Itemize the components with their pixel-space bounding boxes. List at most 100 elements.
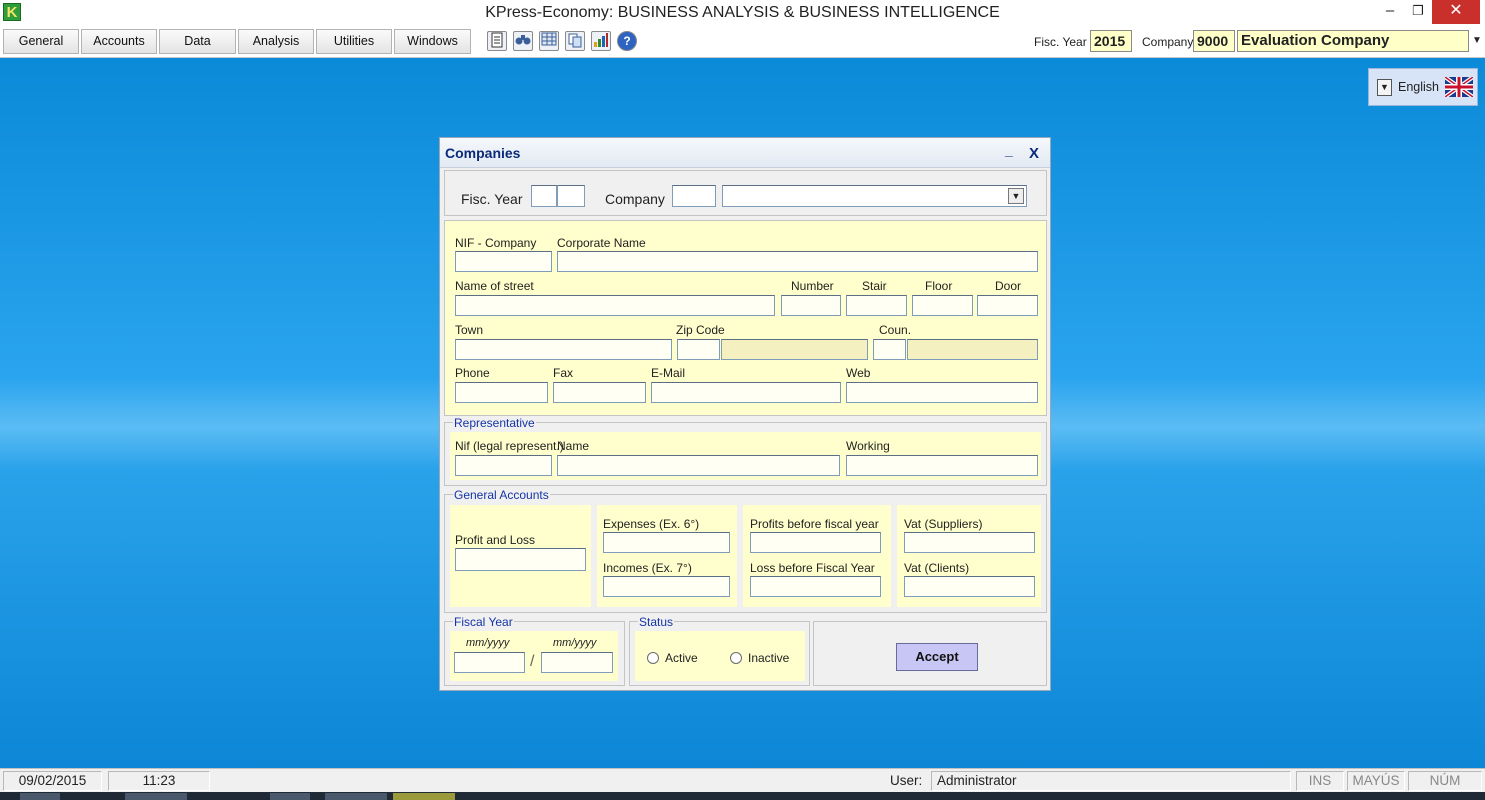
fiscal-start-input[interactable] xyxy=(454,652,525,673)
stair-label: Stair xyxy=(862,279,887,293)
fiscal-year-group-title: Fiscal Year xyxy=(453,615,514,629)
bar-chart-icon[interactable] xyxy=(591,31,611,51)
stair-input[interactable] xyxy=(846,295,907,316)
floor-input[interactable] xyxy=(912,295,973,316)
active-label: Active xyxy=(665,651,698,665)
menu-analysis[interactable]: Analysis xyxy=(238,29,314,54)
street-label: Name of street xyxy=(455,279,534,293)
fisc-year-label: Fisc. Year xyxy=(1034,35,1087,49)
representative-group: Representative Nif (legal represent.) Na… xyxy=(444,416,1047,486)
zip-code-input[interactable] xyxy=(677,339,720,360)
profit-loss-input[interactable] xyxy=(455,548,586,571)
menu-accounts[interactable]: Accounts xyxy=(81,29,157,54)
filter-company-select[interactable]: ▼ xyxy=(722,185,1027,207)
loss-before-label: Loss before Fiscal Year xyxy=(750,561,875,575)
rep-working-input[interactable] xyxy=(846,455,1038,476)
menu-bar: General Accounts Data Analysis Utilities… xyxy=(0,26,1485,58)
web-label: Web xyxy=(846,366,871,380)
status-mayus: MAYÚS xyxy=(1347,771,1405,791)
dialog-minimize-button[interactable]: _ xyxy=(1005,142,1013,158)
menu-windows[interactable]: Windows xyxy=(394,29,471,54)
fisc-year-field[interactable]: 2015 xyxy=(1090,30,1132,52)
taskbar-item[interactable] xyxy=(325,793,387,800)
filter-company-label: Company xyxy=(605,191,665,207)
menu-general[interactable]: General xyxy=(3,29,79,54)
door-input[interactable] xyxy=(977,295,1038,316)
dialog-close-button[interactable]: X xyxy=(1029,145,1039,162)
filter-fisc-year-label: Fisc. Year xyxy=(461,191,523,207)
vat-panel: Vat (Suppliers) Vat (Clients) xyxy=(897,505,1041,607)
email-input[interactable] xyxy=(651,382,841,403)
filter-company-code-input[interactable] xyxy=(672,185,716,207)
phone-input[interactable] xyxy=(455,382,548,403)
status-date: 09/02/2015 xyxy=(3,771,102,791)
language-selector[interactable]: ▼ English xyxy=(1368,68,1478,106)
rep-nif-input[interactable] xyxy=(455,455,552,476)
filter-panel: Fisc. Year Company ▼ xyxy=(444,170,1047,216)
taskbar-item-active[interactable] xyxy=(393,793,455,800)
rep-name-input[interactable] xyxy=(557,455,840,476)
chevron-down-icon[interactable]: ▼ xyxy=(1469,30,1485,52)
binoculars-icon[interactable] xyxy=(513,31,533,51)
status-user-value: Administrator xyxy=(931,771,1291,791)
chevron-down-icon[interactable]: ▼ xyxy=(1377,79,1392,96)
chevron-down-icon[interactable]: ▼ xyxy=(1008,188,1024,204)
menu-data[interactable]: Data xyxy=(159,29,236,54)
close-window-button[interactable]: ✕ xyxy=(1432,0,1480,24)
town-input[interactable] xyxy=(455,339,672,360)
fiscal-year-panel: mm/yyyy mm/yyyy / xyxy=(450,631,618,681)
company-name-field[interactable]: Evaluation Company xyxy=(1237,30,1469,52)
active-radio[interactable] xyxy=(647,652,659,664)
number-input[interactable] xyxy=(781,295,841,316)
status-group-title: Status xyxy=(638,615,675,629)
general-accounts-group: General Accounts Profit and Loss Expense… xyxy=(444,488,1047,613)
corporate-name-label: Corporate Name xyxy=(557,236,646,250)
number-label: Number xyxy=(791,279,834,293)
country-code-input[interactable] xyxy=(873,339,906,360)
street-input[interactable] xyxy=(455,295,775,316)
fax-input[interactable] xyxy=(553,382,646,403)
profit-loss-panel: Profit and Loss xyxy=(450,505,591,607)
company-code-field[interactable]: 9000 xyxy=(1193,30,1235,52)
calculator-icon[interactable] xyxy=(539,31,559,51)
nif-company-input[interactable] xyxy=(455,251,552,272)
taskbar-item[interactable] xyxy=(270,793,310,800)
rep-nif-label: Nif (legal represent.) xyxy=(455,439,564,453)
profits-before-input[interactable] xyxy=(750,532,881,553)
menu-utilities[interactable]: Utilities xyxy=(316,29,392,54)
vat-clients-label: Vat (Clients) xyxy=(904,561,970,575)
status-panel: Active Inactive xyxy=(635,631,805,681)
representative-group-title: Representative xyxy=(453,416,536,430)
loss-before-input[interactable] xyxy=(750,576,881,597)
web-input[interactable] xyxy=(846,382,1038,403)
help-icon[interactable]: ? xyxy=(617,31,637,51)
fiscal-separator: / xyxy=(530,653,535,670)
floor-label: Floor xyxy=(925,279,953,293)
fiscal-end-input[interactable] xyxy=(541,652,613,673)
vat-clients-input[interactable] xyxy=(904,576,1035,597)
corporate-name-input[interactable] xyxy=(557,251,1038,272)
taskbar-item[interactable] xyxy=(125,793,187,800)
accept-button[interactable]: Accept xyxy=(896,643,978,671)
profits-before-label: Profits before fiscal year xyxy=(750,517,879,531)
filter-fisc-year-input-1[interactable] xyxy=(531,185,557,207)
inactive-label: Inactive xyxy=(748,651,790,665)
filter-fisc-year-input-2[interactable] xyxy=(557,185,585,207)
general-accounts-group-title: General Accounts xyxy=(453,488,550,502)
fiscal-start-hint: mm/yyyy xyxy=(466,637,510,649)
taskbar xyxy=(0,792,1485,800)
taskbar-item[interactable] xyxy=(20,793,60,800)
rep-name-label: Name xyxy=(557,439,590,453)
inactive-radio[interactable] xyxy=(730,652,742,664)
copy-icon[interactable] xyxy=(565,31,585,51)
fax-label: Fax xyxy=(553,366,574,380)
country-description-field xyxy=(907,339,1038,360)
expenses-input[interactable] xyxy=(603,532,730,553)
document-icon[interactable] xyxy=(487,31,507,51)
country-label: Coun. xyxy=(879,323,912,337)
status-bar: 09/02/2015 11:23 User: Administrator INS… xyxy=(0,768,1485,792)
incomes-input[interactable] xyxy=(603,576,730,597)
vat-suppliers-input[interactable] xyxy=(904,532,1035,553)
language-label: English xyxy=(1398,80,1439,94)
uk-flag-icon xyxy=(1445,77,1473,97)
